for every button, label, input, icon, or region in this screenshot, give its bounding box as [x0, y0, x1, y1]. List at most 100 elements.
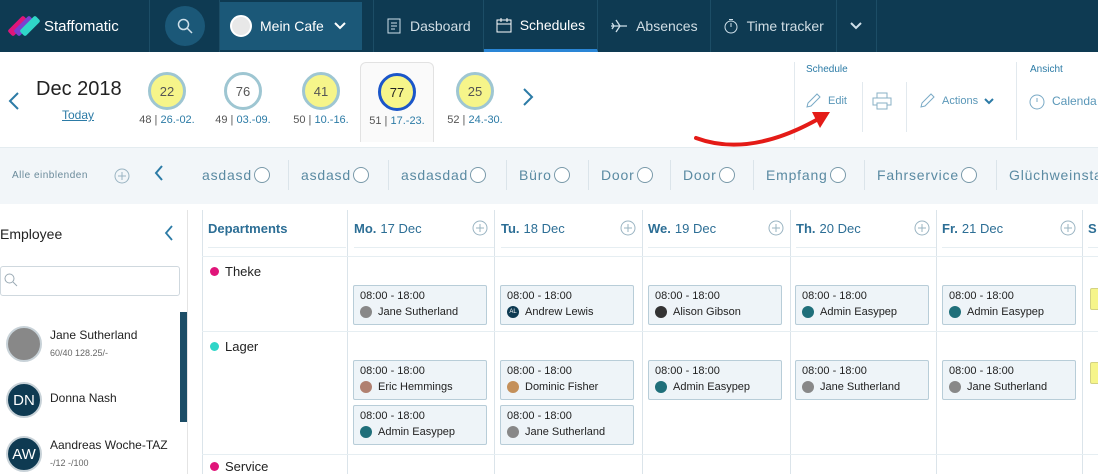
radio-icon[interactable] [253, 167, 270, 183]
nav-time-tracker[interactable]: Time tracker [711, 0, 837, 52]
radio-icon[interactable] [470, 167, 487, 183]
shift-card[interactable]: 08:00 - 18:00 AL Andrew Lewis [500, 285, 634, 325]
shift-card-partial[interactable] [1090, 362, 1098, 384]
day-name: We. [648, 221, 671, 236]
radio-icon[interactable] [718, 167, 735, 183]
actions-button[interactable]: Actions [918, 92, 994, 110]
week-range: 24.-30. [468, 114, 503, 126]
brand[interactable]: Staffomatic [0, 0, 150, 52]
chevron-left-icon[interactable] [154, 164, 164, 187]
show-all-link[interactable]: Alle einblenden [12, 170, 88, 181]
shift-time: 08:00 - 18:00 [360, 290, 425, 302]
dashboard-icon [386, 18, 402, 34]
shift-card[interactable]: 08:00 - 18:00 Alison Gibson [648, 285, 782, 325]
employee-panel: Employee Jane Sutherland 60/40 128.25/- … [0, 210, 188, 474]
day-header: Th. 20 Dec [796, 210, 936, 248]
shift-card[interactable]: 08:00 - 18:00 Jane Sutherland [942, 360, 1076, 400]
location-selector[interactable]: Mein Cafe [220, 2, 362, 50]
week-51[interactable]: 77 51 | 17.-23. [360, 62, 434, 142]
week-number: 51 [369, 115, 382, 127]
shift-card[interactable]: 08:00 - 18:00 Admin Easypep [795, 285, 929, 325]
week-48[interactable]: 22 48 | 26.-02. [130, 62, 204, 142]
nav-schedules-label: Schedules [519, 16, 586, 33]
shift-card[interactable]: 08:00 - 18:00 Jane Sutherland [353, 285, 487, 325]
shift-card[interactable]: 08:00 - 18:00 Dominic Fisher [500, 360, 634, 400]
chevron-left-icon[interactable] [164, 224, 174, 247]
employee-scrollbar[interactable] [180, 312, 187, 422]
employee-row[interactable]: AW Aandreas Woche-TAZ -/12 -/100 [0, 430, 188, 474]
add-shift-icon[interactable] [1060, 220, 1076, 239]
avatar [655, 381, 667, 393]
week-49[interactable]: 76 49 | 03.-09. [206, 62, 280, 142]
shift-card-partial[interactable] [1090, 288, 1098, 310]
employee-row[interactable]: Jane Sutherland 60/40 128.25/- [0, 320, 188, 374]
avatar [949, 381, 961, 393]
avatar [360, 306, 372, 318]
department-color-dot [210, 267, 219, 276]
radio-icon[interactable] [829, 167, 846, 183]
shift-card[interactable]: 08:00 - 18:00 Admin Easypep [942, 285, 1076, 325]
avatar [949, 306, 961, 318]
shift-card[interactable]: 08:00 - 18:00 Admin Easypep [648, 360, 782, 400]
avatar: DN [6, 382, 42, 418]
chevron-down-icon [334, 22, 346, 30]
shift-card[interactable]: 08:00 - 18:00 Jane Sutherland [795, 360, 929, 400]
add-circle-icon[interactable] [114, 168, 130, 189]
employee-name: Jane Sutherland [50, 328, 138, 342]
search-icon[interactable] [164, 6, 205, 46]
shift-employee: Admin Easypep [673, 381, 751, 393]
department-color-dot [210, 342, 219, 351]
week-50[interactable]: 41 50 | 10.-16. [284, 62, 358, 142]
shift-card[interactable]: 08:00 - 18:00 Jane Sutherland [500, 405, 634, 445]
nav-dashboard[interactable]: Dasboard [374, 0, 484, 52]
add-shift-icon[interactable] [768, 220, 784, 239]
department-chip[interactable]: Door [670, 160, 735, 190]
department-chip-label: Empfang [766, 167, 828, 183]
nav-search[interactable] [150, 0, 220, 52]
department-chip[interactable]: Büro [506, 160, 570, 190]
search-icon [4, 273, 18, 292]
department-chip[interactable]: asdasd [288, 160, 369, 190]
department-chip[interactable]: Empfang [753, 160, 846, 190]
add-shift-icon[interactable] [620, 220, 636, 239]
department-chip-label: Fahrservice [877, 167, 959, 183]
employee-row[interactable]: DN Donna Nash [0, 376, 188, 430]
calendar-view-button[interactable]: Calenda [1028, 92, 1097, 110]
department-chip[interactable]: asdasd [190, 160, 270, 190]
nav-schedules[interactable]: Schedules [483, 0, 599, 52]
print-button[interactable] [872, 92, 892, 115]
avatar [6, 326, 42, 362]
cafe-icon [230, 15, 252, 37]
shift-time: 08:00 - 18:00 [655, 290, 720, 302]
today-link[interactable]: Today [62, 108, 94, 122]
plane-icon [610, 18, 628, 34]
avatar: AW [6, 436, 42, 472]
avatar [360, 381, 372, 393]
shift-time: 08:00 - 18:00 [360, 410, 425, 422]
nav-absences[interactable]: Absences [598, 0, 711, 52]
prev-week-icon[interactable] [8, 92, 20, 116]
shift-card[interactable]: 08:00 - 18:00 Eric Hemmings [353, 360, 487, 400]
radio-icon[interactable] [553, 167, 570, 183]
add-shift-icon[interactable] [914, 220, 930, 239]
shift-time: 08:00 - 18:00 [802, 290, 867, 302]
radio-icon[interactable] [352, 167, 369, 183]
nav-more[interactable] [837, 0, 877, 52]
department-chip[interactable]: asdasdad [388, 160, 487, 190]
shift-card[interactable]: 08:00 - 18:00 Admin Easypep [353, 405, 487, 445]
department-chip-label: asdasdad [401, 167, 469, 183]
nav-absences-label: Absences [636, 18, 698, 34]
department-chip[interactable]: Door [588, 160, 653, 190]
next-week-icon[interactable] [522, 88, 534, 112]
department-chip[interactable]: Fahrservice [864, 160, 977, 190]
day-name: S [1088, 221, 1097, 236]
radio-icon[interactable] [636, 167, 653, 183]
employee-search-input[interactable] [0, 266, 180, 296]
radio-icon[interactable] [960, 167, 977, 183]
week-52[interactable]: 25 52 | 24.-30. [438, 62, 512, 142]
add-shift-icon[interactable] [472, 220, 488, 239]
department-chip-label: asdasd [301, 167, 351, 183]
week-bar: Dec 2018 Today 22 48 | 26.-02. 76 49 | 0… [0, 52, 1098, 148]
shift-time: 08:00 - 18:00 [360, 365, 425, 377]
department-chip[interactable]: Glüchweinsta [996, 160, 1098, 190]
